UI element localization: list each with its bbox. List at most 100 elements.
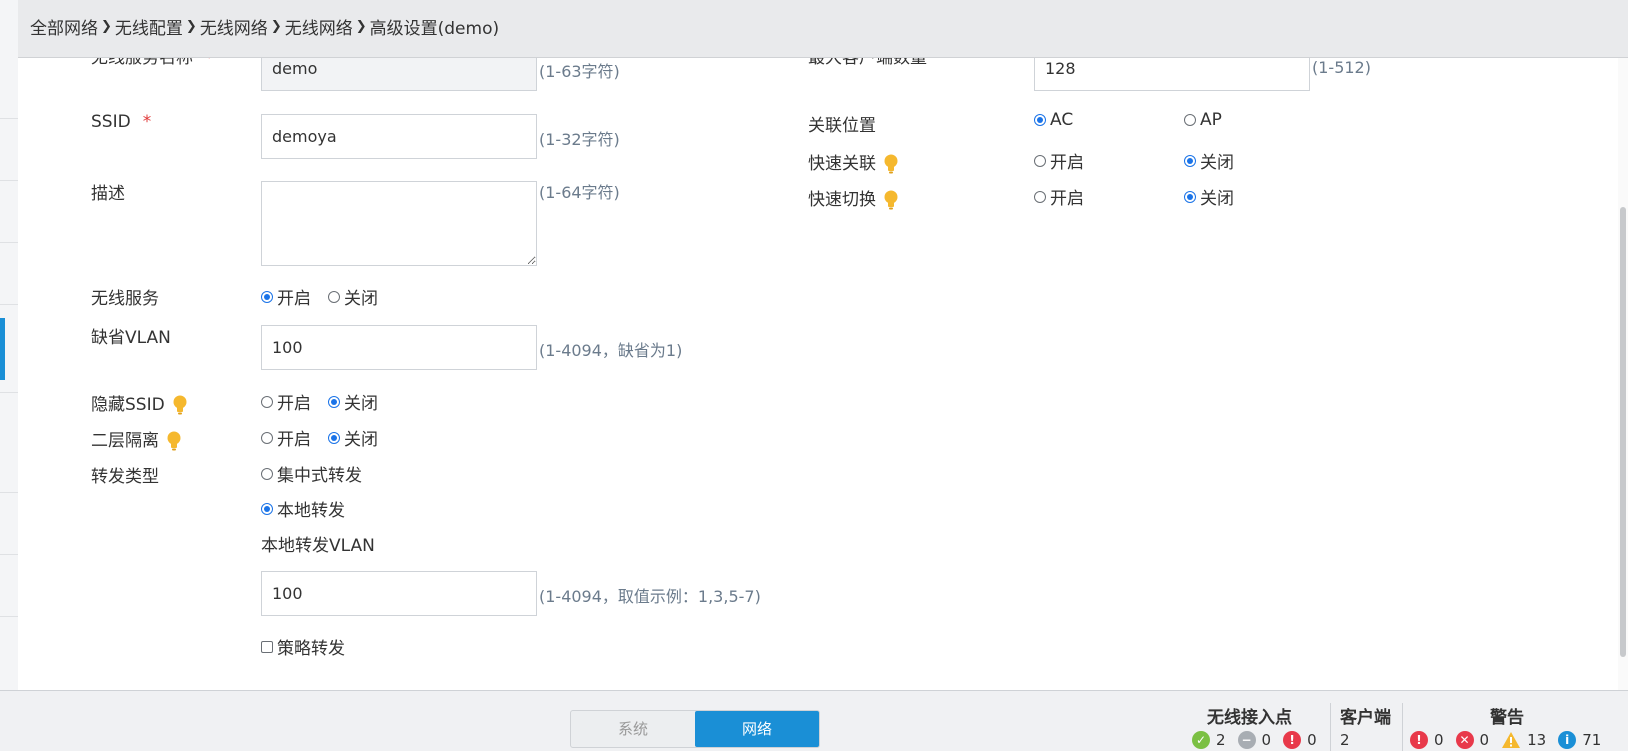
service-name-label: 无线服务名称 * xyxy=(91,57,214,68)
local-vlan-label: 本地转发VLAN xyxy=(261,536,375,556)
breadcrumb-current: 高级设置(demo) xyxy=(369,19,500,39)
status-footer: 系统 网络 无线接入点 ✓ 2 −0 ! 0 客户端 2 警告 ! 0 ✕ 0 13 i… xyxy=(0,690,1628,751)
lightbulb-icon[interactable] xyxy=(173,395,187,415)
breadcrumb-item[interactable]: 无线网络 xyxy=(200,14,268,39)
chevron-right-icon: ❯ xyxy=(185,19,197,34)
local-vlan-hint: (1-4094，取值示例：1,3,5-7) xyxy=(539,587,761,606)
fast-assoc-on-radio[interactable]: 开启 xyxy=(1034,148,1084,173)
assoc-ap-radio[interactable]: AP xyxy=(1184,110,1222,130)
nav-active-indicator[interactable] xyxy=(0,318,5,380)
breadcrumb: 全部网络 ❯ 无线配置 ❯ 无线网络 ❯ 无线网络 ❯ 高级设置(demo) xyxy=(30,14,499,39)
form-content: 无线服务名称 * demo (1-63字符) SSID * demoya (1-32… xyxy=(18,57,1628,690)
radio-circle xyxy=(1184,190,1196,203)
nav-divider xyxy=(0,180,18,181)
radio-circle xyxy=(261,467,273,480)
hide-ssid-off-radio[interactable]: 关闭 xyxy=(328,389,378,414)
radio-circle xyxy=(261,431,273,444)
nav-divider xyxy=(0,616,18,617)
fast-roam-on-radio[interactable]: 开启 xyxy=(1034,184,1084,209)
alerts-error-count: 0 xyxy=(1479,731,1490,749)
ap-online-count: 2 xyxy=(1216,731,1226,749)
nav-divider xyxy=(0,392,18,393)
divider xyxy=(1330,703,1331,751)
radio-circle xyxy=(328,290,340,303)
wireless-service-on-radio[interactable]: 开启 xyxy=(261,284,311,309)
vertical-scrollbar[interactable] xyxy=(1618,57,1628,690)
radio-circle xyxy=(328,431,340,444)
max-clients-input[interactable]: 128 xyxy=(1034,57,1310,91)
wireless-service-off-radio[interactable]: 关闭 xyxy=(328,284,378,309)
breadcrumb-item[interactable]: 全部网络 xyxy=(30,14,98,39)
local-vlan-input[interactable]: 100 xyxy=(261,571,537,616)
radio-circle xyxy=(1034,114,1046,126)
hide-ssid-label: 隐藏SSID xyxy=(91,390,187,415)
forward-type-label: 转发类型 xyxy=(91,467,159,487)
l2-isolation-off-radio[interactable]: 关闭 xyxy=(328,425,378,450)
minus-circle-icon: − xyxy=(1237,731,1256,749)
fast-roam-off-radio[interactable]: 关闭 xyxy=(1184,184,1234,209)
error-x-icon: ✕ xyxy=(1455,731,1474,749)
radio-circle xyxy=(261,502,273,515)
ap-stats-title: 无线接入点 xyxy=(1207,708,1292,728)
chevron-right-icon: ❯ xyxy=(101,19,112,34)
ap-offline-count: 0 xyxy=(1261,731,1272,749)
l2-isolation-label: 二层隔离 xyxy=(91,426,181,451)
service-name-hint: (1-63字符) xyxy=(539,62,620,81)
alerts-critical-count: 0 xyxy=(1434,731,1444,749)
default-vlan-label: 缺省VLAN xyxy=(91,328,171,348)
ssid-hint: (1-32字符) xyxy=(539,130,620,149)
nav-divider xyxy=(0,554,18,555)
left-nav-strip xyxy=(0,0,19,690)
clients-title: 客户端 xyxy=(1340,708,1391,728)
radio-circle xyxy=(1034,154,1046,167)
clients-stats: 2 xyxy=(1340,731,1350,749)
service-name-field: demo xyxy=(261,57,537,91)
radio-circle xyxy=(261,290,273,303)
default-vlan-hint: (1-4094，缺省为1) xyxy=(539,341,683,360)
warning-triangle-icon xyxy=(1501,731,1521,749)
fast-roam-label: 快速切换 xyxy=(808,185,898,210)
forward-centralized-radio[interactable]: 集中式转发 xyxy=(261,461,362,486)
radio-circle xyxy=(1184,154,1196,167)
description-textarea[interactable] xyxy=(261,181,537,266)
description-label: 描述 xyxy=(91,184,125,204)
alerts-stats: ! 0 ✕ 0 13 i 71 xyxy=(1410,731,1613,749)
hide-ssid-on-radio[interactable]: 开启 xyxy=(261,389,311,414)
breadcrumb-item[interactable]: 无线配置 xyxy=(115,14,183,39)
scrollbar-thumb[interactable] xyxy=(1620,207,1626,657)
fast-assoc-off-radio[interactable]: 关闭 xyxy=(1184,148,1234,173)
tab-network[interactable]: 网络 xyxy=(695,711,819,747)
fast-assoc-label: 快速关联 xyxy=(808,149,898,174)
exclamation-circle-icon: ! xyxy=(1283,731,1302,749)
ssid-input[interactable]: demoya xyxy=(261,114,537,159)
assoc-ac-radio[interactable]: AC xyxy=(1034,110,1073,130)
l2-isolation-on-radio[interactable]: 开启 xyxy=(261,425,311,450)
divider xyxy=(1402,703,1403,751)
max-clients-label: 最大客户端数量 xyxy=(808,57,927,68)
lightbulb-icon[interactable] xyxy=(167,431,181,451)
max-clients-hint: (1-512) xyxy=(1312,58,1371,77)
nav-divider xyxy=(0,492,18,493)
lightbulb-icon[interactable] xyxy=(884,154,898,174)
breadcrumb-item[interactable]: 无线网络 xyxy=(285,14,353,39)
nav-divider xyxy=(0,118,18,119)
alerts-info-count: 71 xyxy=(1582,731,1602,749)
info-icon: i xyxy=(1558,731,1577,749)
wireless-service-label: 无线服务 xyxy=(91,289,159,309)
ap-stats: ✓ 2 −0 ! 0 xyxy=(1192,731,1329,749)
default-vlan-input[interactable]: 100 xyxy=(261,325,537,370)
required-mark: * xyxy=(205,57,214,68)
ap-fault-count: 0 xyxy=(1307,731,1317,749)
clients-count: 2 xyxy=(1340,731,1350,749)
ssid-label: SSID * xyxy=(91,112,152,132)
alerts-warning-count: 13 xyxy=(1527,731,1547,749)
tab-system[interactable]: 系统 xyxy=(571,711,695,747)
radio-circle xyxy=(328,395,340,408)
description-hint: (1-64字符) xyxy=(539,183,620,202)
policy-forward-checkbox[interactable]: 策略转发 xyxy=(261,634,345,659)
footer-tabbar: 系统 网络 xyxy=(570,710,820,748)
lightbulb-icon[interactable] xyxy=(884,190,898,210)
radio-circle xyxy=(1184,114,1196,126)
forward-local-radio[interactable]: 本地转发 xyxy=(261,496,345,521)
radio-circle xyxy=(261,395,273,408)
